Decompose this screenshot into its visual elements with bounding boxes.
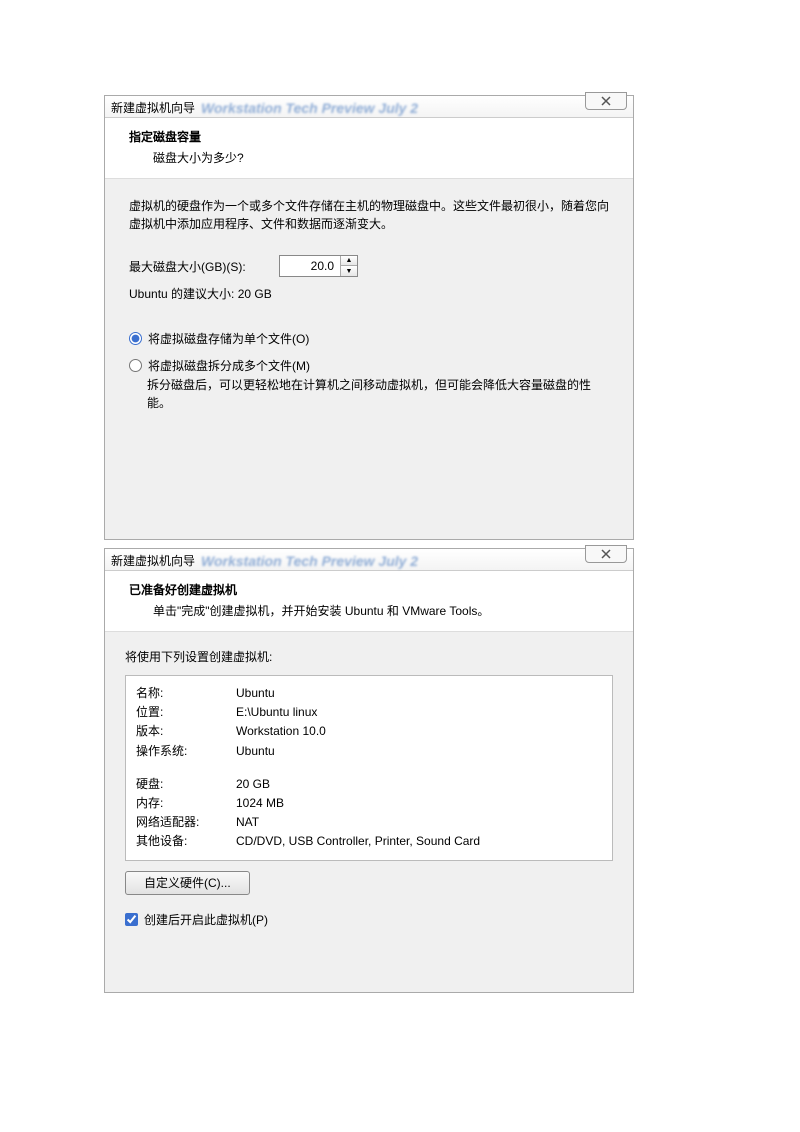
window-title: 新建虚拟机向导: [111, 552, 195, 569]
summary-label: 名称:: [136, 684, 236, 703]
wizard-disk-capacity-dialog: 新建虚拟机向导 Workstation Tech Preview July 2 …: [104, 95, 634, 540]
customize-hardware-button[interactable]: 自定义硬件(C)...: [125, 871, 250, 895]
summary-value: E:\Ubuntu linux: [236, 703, 317, 722]
header-panel: 指定磁盘容量 磁盘大小为多少?: [105, 118, 633, 179]
summary-row-memory: 内存: 1024 MB: [136, 794, 602, 813]
radio-single-file-row: 将虚拟磁盘存储为单个文件(O): [129, 330, 609, 347]
summary-row-version: 版本: Workstation 10.0: [136, 722, 602, 741]
summary-row-disk: 硬盘: 20 GB: [136, 775, 602, 794]
power-on-checkbox[interactable]: [125, 913, 138, 926]
summary-value: Workstation 10.0: [236, 722, 326, 741]
spinner-up-button[interactable]: ▲: [341, 256, 357, 266]
title-bar: 新建虚拟机向导 Workstation Tech Preview July 2: [105, 96, 633, 118]
summary-value: 1024 MB: [236, 794, 284, 813]
header-title: 指定磁盘容量: [129, 128, 619, 145]
summary-row-other: 其他设备: CD/DVD, USB Controller, Printer, S…: [136, 832, 602, 851]
summary-row-network: 网络适配器: NAT: [136, 813, 602, 832]
summary-intro-text: 将使用下列设置创建虚拟机:: [125, 648, 613, 665]
radio-split-file-label[interactable]: 将虚拟磁盘拆分成多个文件(M): [148, 357, 310, 374]
summary-row-name: 名称: Ubuntu: [136, 684, 602, 703]
header-title: 已准备好创建虚拟机: [129, 581, 619, 598]
background-app-title: Workstation Tech Preview July 2: [201, 100, 627, 116]
summary-label: 版本:: [136, 722, 236, 741]
summary-label: 内存:: [136, 794, 236, 813]
summary-label: 位置:: [136, 703, 236, 722]
power-on-after-create-row: 创建后开启此虚拟机(P): [125, 911, 613, 928]
max-disk-size-row: 最大磁盘大小(GB)(S): ▲ ▼: [129, 255, 609, 277]
close-button[interactable]: [585, 545, 627, 563]
summary-value: 20 GB: [236, 775, 270, 794]
radio-single-file-label[interactable]: 将虚拟磁盘存储为单个文件(O): [148, 330, 309, 347]
summary-label: 硬盘:: [136, 775, 236, 794]
body-panel: 将使用下列设置创建虚拟机: 名称: Ubuntu 位置: E:\Ubuntu l…: [105, 632, 633, 992]
close-button[interactable]: [585, 92, 627, 110]
header-subtitle: 单击"完成"创建虚拟机，并开始安装 Ubuntu 和 VMware Tools。: [153, 602, 619, 619]
power-on-checkbox-label[interactable]: 创建后开启此虚拟机(P): [144, 911, 268, 928]
recommended-size-text: Ubuntu 的建议大小: 20 GB: [129, 285, 609, 302]
close-icon: [601, 549, 611, 559]
summary-label: 其他设备:: [136, 832, 236, 851]
title-bar: 新建虚拟机向导 Workstation Tech Preview July 2: [105, 549, 633, 571]
radio-split-file[interactable]: [129, 359, 142, 372]
description-text: 虚拟机的硬盘作为一个或多个文件存储在主机的物理磁盘中。这些文件最初很小，随着您向…: [129, 197, 609, 233]
summary-label: 网络适配器:: [136, 813, 236, 832]
split-help-text: 拆分磁盘后，可以更轻松地在计算机之间移动虚拟机，但可能会降低大容量磁盘的性能。: [147, 376, 609, 412]
header-subtitle: 磁盘大小为多少?: [153, 149, 619, 166]
summary-value: NAT: [236, 813, 259, 832]
summary-value: Ubuntu: [236, 742, 275, 761]
summary-label: 操作系统:: [136, 742, 236, 761]
header-panel: 已准备好创建虚拟机 单击"完成"创建虚拟机，并开始安装 Ubuntu 和 VMw…: [105, 571, 633, 632]
close-icon: [601, 96, 611, 106]
summary-value: Ubuntu: [236, 684, 275, 703]
radio-single-file[interactable]: [129, 332, 142, 345]
body-panel: 虚拟机的硬盘作为一个或多个文件存储在主机的物理磁盘中。这些文件最初很小，随着您向…: [105, 179, 633, 539]
background-app-title: Workstation Tech Preview July 2: [201, 553, 627, 569]
max-disk-size-spinner[interactable]: ▲ ▼: [279, 255, 358, 277]
summary-row-os: 操作系统: Ubuntu: [136, 742, 602, 761]
max-disk-size-input[interactable]: [280, 256, 340, 276]
summary-row-location: 位置: E:\Ubuntu linux: [136, 703, 602, 722]
wizard-ready-dialog: 新建虚拟机向导 Workstation Tech Preview July 2 …: [104, 548, 634, 993]
max-disk-size-label: 最大磁盘大小(GB)(S):: [129, 258, 259, 275]
summary-value: CD/DVD, USB Controller, Printer, Sound C…: [236, 832, 480, 851]
radio-split-file-row: 将虚拟磁盘拆分成多个文件(M): [129, 357, 609, 374]
window-title: 新建虚拟机向导: [111, 99, 195, 116]
summary-box: 名称: Ubuntu 位置: E:\Ubuntu linux 版本: Works…: [125, 675, 613, 861]
spinner-down-button[interactable]: ▼: [341, 266, 357, 276]
